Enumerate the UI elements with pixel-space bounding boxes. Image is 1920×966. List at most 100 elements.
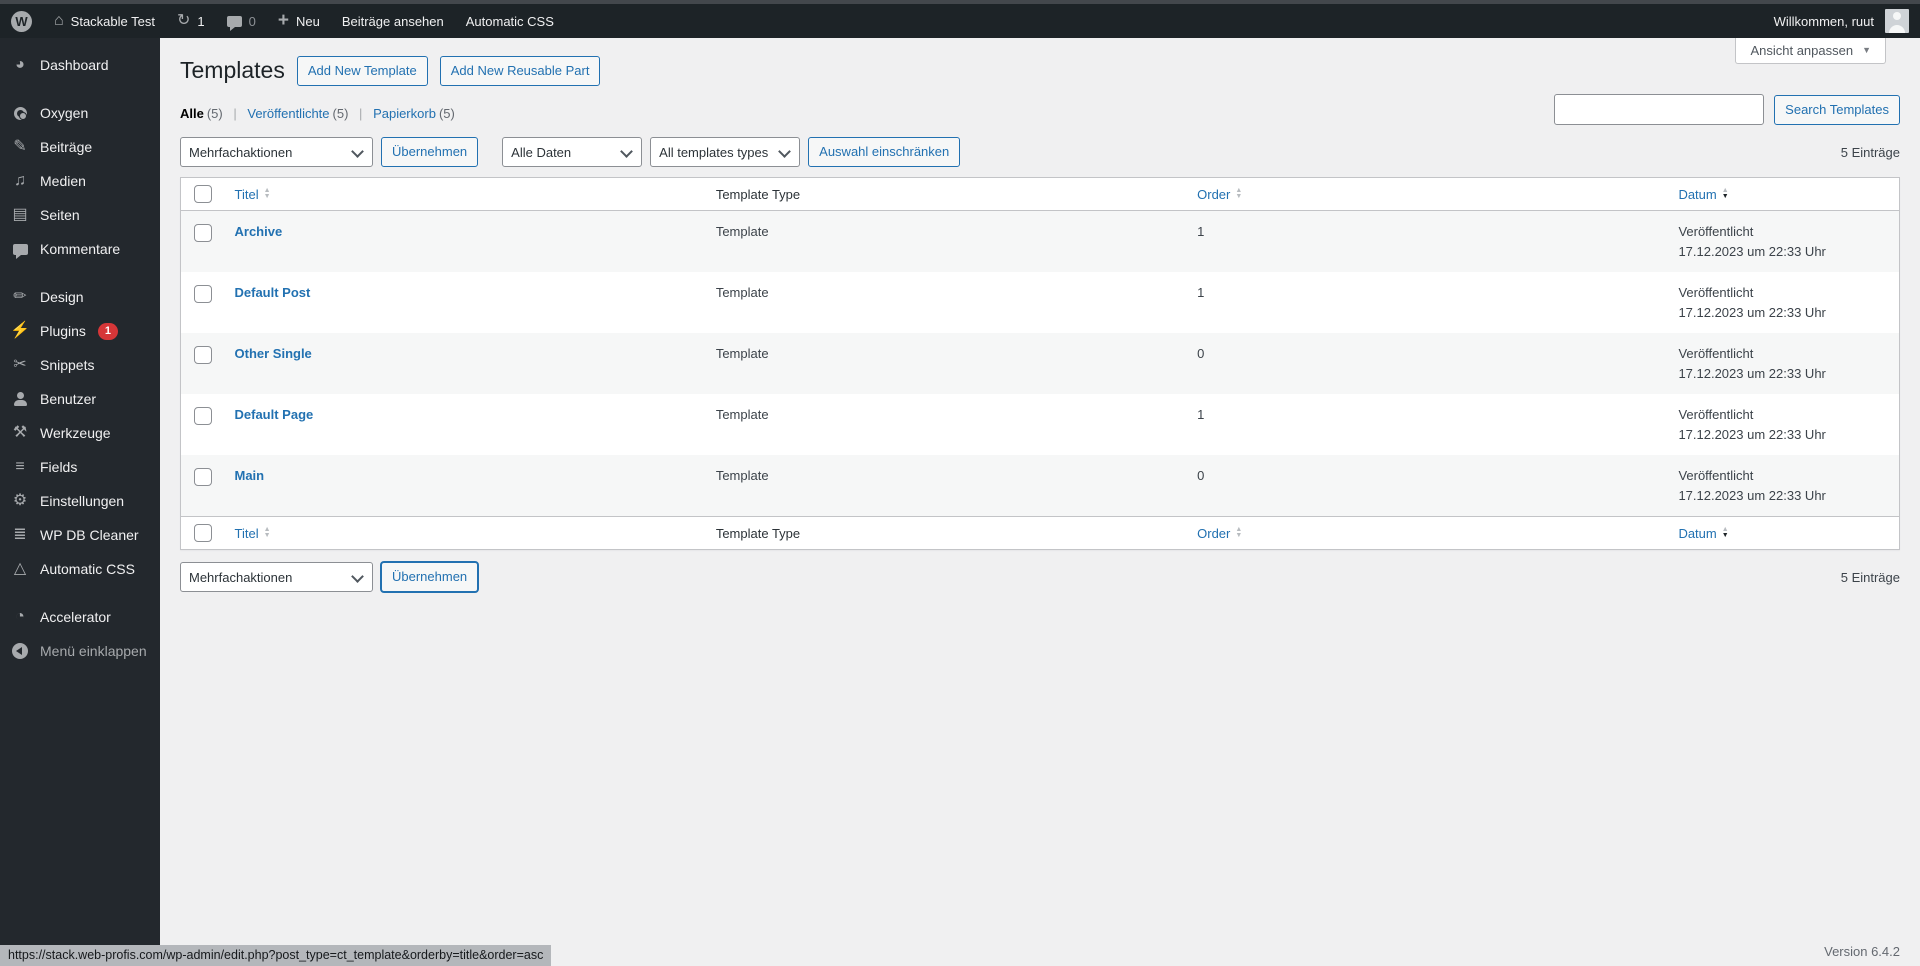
date-text: 17.12.2023 um 22:33 Uhr [1678, 305, 1826, 320]
row-checkbox[interactable] [194, 346, 212, 364]
wordpress-logo-icon: W [11, 10, 32, 32]
updates-count: 1 [197, 13, 205, 29]
tablenav-top: Mehrfachaktionen Übernehmen Alle Daten A… [180, 137, 1900, 167]
sidebar-item-accelerator[interactable]: ◔ Accelerator [0, 600, 160, 634]
new-label: Neu [295, 13, 320, 29]
template-title-link[interactable]: Archive [235, 224, 283, 239]
status-text: Veröffentlicht [1678, 346, 1754, 361]
template-row: Default Post Template 1 Veröffentlicht 1… [181, 272, 1900, 333]
sidebar-item-werkzeuge[interactable]: ⚒ Werkzeuge [0, 416, 160, 450]
type-filter-select[interactable]: All templates types [650, 137, 801, 167]
view-alle[interactable]: Alle (5) [180, 106, 226, 121]
type-filter-select-wrap: All templates types [650, 137, 801, 167]
update-icon: ↻ [176, 12, 191, 29]
title-cell: Default Post [225, 272, 706, 333]
sidebar-item-medien[interactable]: ♫ Medien [0, 164, 160, 198]
user-icon [10, 390, 30, 408]
row-checkbox[interactable] [194, 468, 212, 486]
sidebar-item-menu-einklappen[interactable]: Menü einklappen [0, 634, 160, 668]
view-posts-link[interactable]: Beiträge ansehen [331, 4, 455, 38]
sidebar-item-plugins[interactable]: ⚡ Plugins 1 [0, 314, 160, 348]
template-type-cell: Template [715, 346, 769, 361]
avatar [1885, 9, 1909, 33]
search-input[interactable] [1554, 94, 1765, 125]
template-row: Other Single Template 0 Veröffentlicht 1… [180, 333, 1900, 394]
add-new-template-button[interactable]: Add New Template [296, 56, 428, 86]
template-type-cell: Template [715, 468, 769, 483]
sort-arrows-icon: ▲ ▼ [263, 187, 271, 200]
sidebar-item-oxygen[interactable]: Oxygen [0, 96, 160, 130]
column-header-datum[interactable]: Datum ▲ ▼ [1668, 177, 1900, 211]
admin-sidebar: ◕ Dashboard Oxygen ✎ Beiträge ♫ Medien ▤… [0, 38, 160, 966]
automatic-css-menu[interactable]: Automatic CSS [455, 4, 565, 38]
sidebar-item-seiten[interactable]: ▤ Seiten [0, 198, 160, 232]
sort-arrows-icon: ▲ ▼ [1721, 526, 1729, 539]
date-text: 17.12.2023 um 22:33 Uhr [1678, 427, 1826, 442]
search-box: Search Templates [1554, 94, 1900, 125]
order-cell: 1 [1197, 285, 1205, 300]
account-menu[interactable]: Willkommen, ruut [1763, 4, 1920, 38]
sidebar-item-design[interactable]: ✏ Design [0, 280, 160, 314]
new-content-link[interactable]: + Neu [267, 4, 331, 38]
select-all-checkbox-bottom[interactable] [194, 524, 212, 542]
sidebar-item-beitraege[interactable]: ✎ Beiträge [0, 130, 160, 164]
template-row: Default Page Template 1 Veröffentlicht 1… [181, 394, 1900, 455]
template-title-link[interactable]: Default Post [235, 285, 311, 300]
date-cell: Veröffentlicht 17.12.2023 um 22:33 Uhr [1668, 333, 1899, 394]
sidebar-item-kommentare[interactable]: Kommentare [0, 232, 160, 266]
view-papierkorb[interactable]: Papierkorb (5) [373, 106, 455, 121]
page-title: Templates [180, 57, 285, 84]
sidebar-item-benutzer[interactable]: Benutzer [0, 382, 160, 416]
column-header-order-bottom[interactable]: Order ▲ ▼ [1187, 516, 1669, 550]
template-title-link[interactable]: Default Page [235, 407, 314, 422]
filter-button[interactable]: Auswahl einschränken [808, 137, 961, 167]
admin-bar: W ⌂ Stackable Test ↻ 1 0 + Neu Beiträge … [0, 4, 1920, 38]
sidebar-item-dashboard[interactable]: ◕ Dashboard [0, 48, 160, 82]
template-title-link[interactable]: Main [235, 468, 265, 483]
sidebar-item-automatic-css[interactable]: △ Automatic CSS [0, 552, 160, 586]
template-row: Archive Template 1 Veröffentlicht 17.12.… [180, 210, 1900, 272]
plugin-icon: ⚡ [10, 322, 30, 339]
sidebar-item-wp-db-cleaner[interactable]: ≣ WP DB Cleaner [0, 518, 160, 552]
wp-logo-menu[interactable]: W [0, 4, 43, 38]
list-icon: ≡ [15, 458, 25, 475]
bulk-action-select-bottom-wrap: Mehrfachaktionen [180, 562, 373, 592]
column-header-datum-bottom[interactable]: Datum ▲ ▼ [1668, 516, 1900, 550]
comments-link[interactable]: 0 [216, 4, 267, 38]
status-text: Veröffentlicht [1678, 407, 1754, 422]
sidebar-item-snippets[interactable]: ✂ Snippets [0, 348, 160, 382]
apply-button[interactable]: Übernehmen [381, 137, 479, 167]
main-content: Ansicht anpassen ▼ Templates Add New Tem… [160, 38, 1920, 966]
greeting-text: Willkommen, ruut [1773, 13, 1874, 29]
date-cell: Veröffentlicht 17.12.2023 um 22:33 Uhr [1668, 272, 1899, 333]
search-templates-button[interactable]: Search Templates [1774, 94, 1900, 125]
column-header-titel-bottom[interactable]: Titel ▲ ▼ [224, 516, 706, 550]
sort-arrows-icon: ▲ ▼ [1235, 187, 1243, 200]
site-name-link[interactable]: ⌂ Stackable Test [43, 4, 166, 38]
sidebar-item-einstellungen[interactable]: ⚙ Einstellungen [0, 484, 160, 518]
screen-options-button[interactable]: Ansicht anpassen ▼ [1735, 38, 1886, 64]
column-header-order[interactable]: Order ▲ ▼ [1187, 177, 1669, 211]
date-filter-select[interactable]: Alle Daten [502, 137, 643, 167]
chevron-down-icon: ▼ [1862, 45, 1871, 55]
wordpress-version: Version 6.4.2 [1824, 944, 1900, 959]
bulk-action-select-bottom[interactable]: Mehrfachaktionen [180, 562, 373, 592]
updates-link[interactable]: ↻ 1 [166, 4, 216, 38]
sidebar-item-fields[interactable]: ≡ Fields [0, 450, 160, 484]
row-checkbox[interactable] [194, 224, 212, 242]
bulk-action-select[interactable]: Mehrfachaktionen [180, 137, 373, 167]
sort-arrows-icon: ▲ ▼ [263, 526, 271, 539]
select-all-checkbox[interactable] [194, 185, 212, 203]
template-row: Main Template 0 Veröffentlicht 17.12.202… [180, 455, 1900, 517]
row-checkbox[interactable] [194, 407, 212, 425]
media-icon: ♫ [14, 172, 26, 189]
column-header-titel[interactable]: Titel ▲ ▼ [224, 177, 706, 211]
sort-arrows-icon: ▲ ▼ [1235, 526, 1243, 539]
add-new-reusable-part-button[interactable]: Add New Reusable Part [439, 56, 601, 86]
title-cell: Default Page [225, 394, 706, 455]
row-checkbox[interactable] [194, 285, 212, 303]
template-type-cell: Template [715, 285, 769, 300]
template-title-link[interactable]: Other Single [235, 346, 312, 361]
view-veroeffentlichte[interactable]: Veröffentlichte (5) [247, 106, 352, 121]
apply-button-bottom[interactable]: Übernehmen [381, 562, 479, 592]
